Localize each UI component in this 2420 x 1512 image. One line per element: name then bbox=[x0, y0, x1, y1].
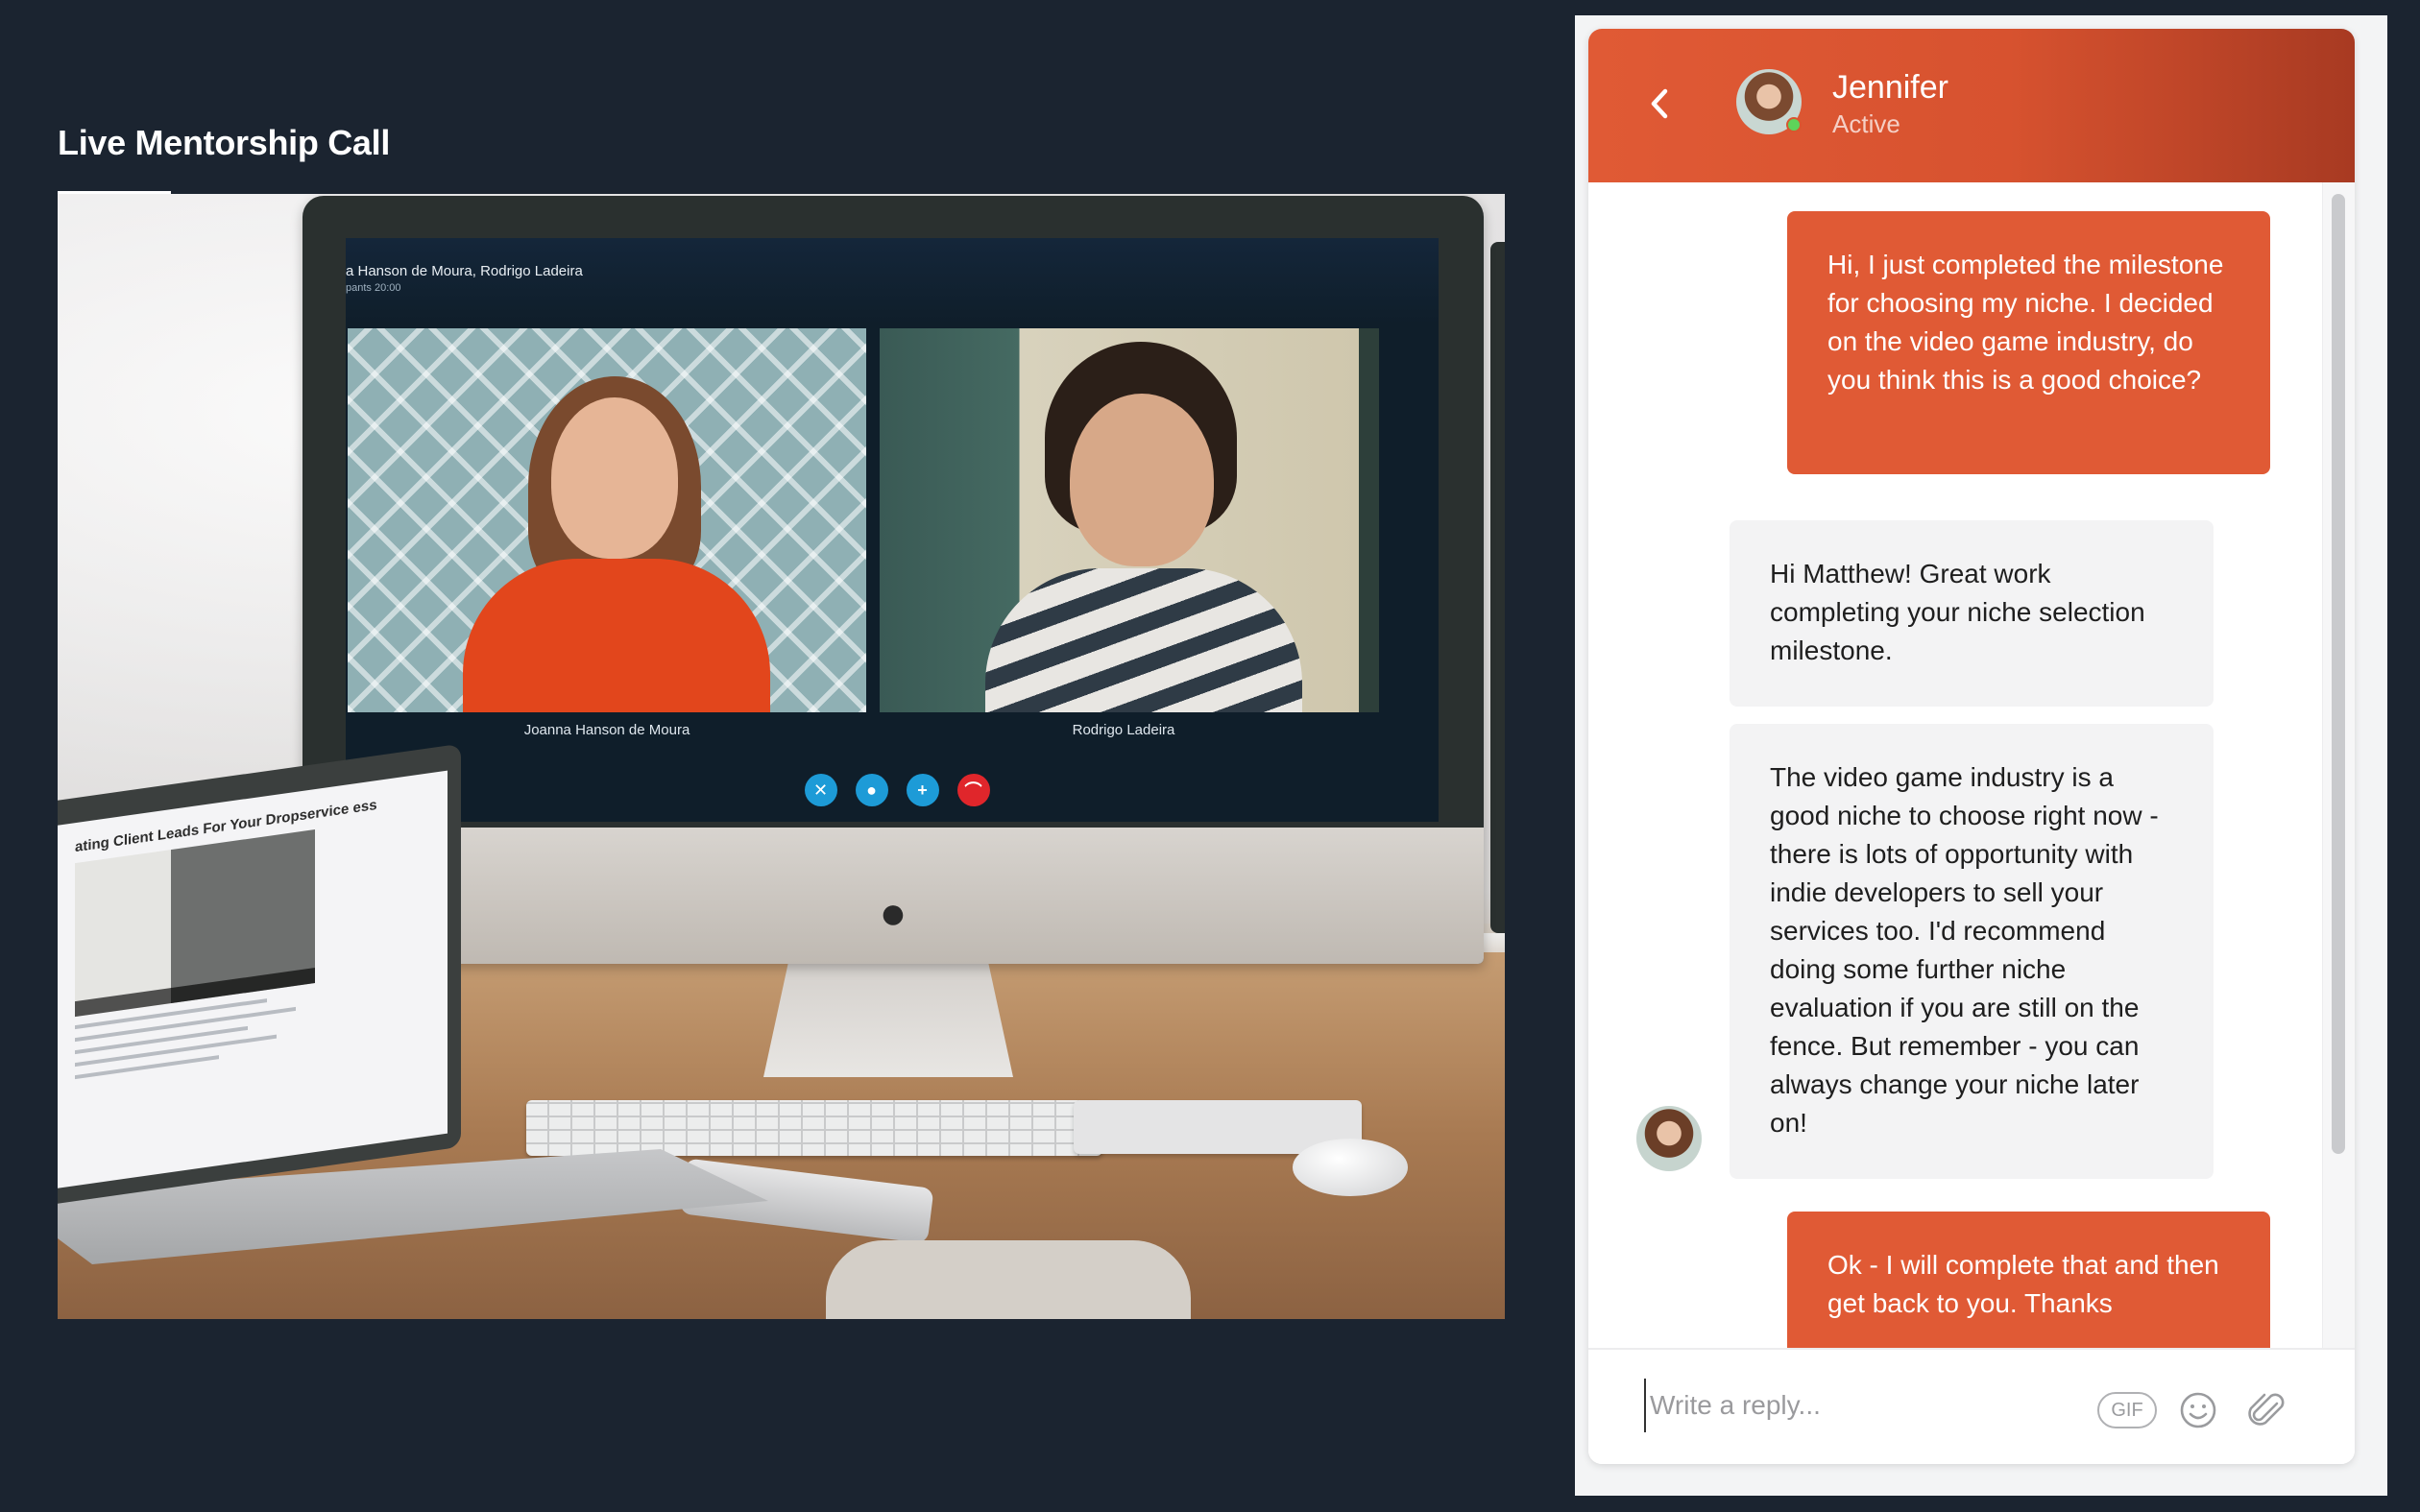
lesson-video bbox=[75, 829, 315, 1018]
chat-window: Jennifer Active Hi, I just completed the… bbox=[1588, 29, 2355, 1464]
reply-input[interactable] bbox=[1644, 1379, 2067, 1432]
chair bbox=[826, 1240, 1191, 1319]
message-list[interactable]: Hi, I just completed the milestone for c… bbox=[1588, 182, 2355, 1348]
monitor-stand bbox=[763, 962, 1013, 1077]
message-outgoing: Ok - I will complete that and then get b… bbox=[1787, 1212, 2270, 1348]
participant-label: Joanna Hanson de Moura bbox=[523, 722, 690, 738]
call-screen: a Hanson de Moura, Rodrigo Ladeira pants… bbox=[346, 238, 1439, 822]
keyboard bbox=[526, 1100, 1102, 1156]
participant-video-rodrigo bbox=[880, 328, 1379, 712]
reply-composer: GIF bbox=[1588, 1348, 2355, 1464]
mouse bbox=[1293, 1139, 1408, 1196]
chevron-left-icon bbox=[1651, 88, 1668, 119]
paperclip-icon bbox=[2248, 1393, 2285, 1426]
video-call-image: ● a Hanson de Moura, Rodrigo Ladeira pan… bbox=[58, 194, 1505, 1319]
page-title: Live Mentorship Call bbox=[58, 123, 391, 162]
call-participants-names: a Hanson de Moura, Rodrigo Ladeira bbox=[346, 263, 583, 279]
message-outgoing: Hi, I just completed the milestone for c… bbox=[1787, 211, 2270, 474]
microphone-icon[interactable]: ● bbox=[855, 774, 888, 806]
participant-figure bbox=[985, 338, 1302, 712]
sender-avatar bbox=[1636, 1106, 1702, 1171]
chat-panel: Jennifer Active Hi, I just completed the… bbox=[1575, 15, 2387, 1496]
participant-label: Rodrigo Ladeira bbox=[1072, 722, 1175, 738]
back-button[interactable] bbox=[1640, 84, 1679, 123]
lesson-text-line bbox=[75, 1055, 219, 1080]
call-timer: pants 20:00 bbox=[346, 282, 401, 294]
chat-header: Jennifer Active bbox=[1588, 29, 2355, 182]
gif-button[interactable]: GIF bbox=[2097, 1392, 2157, 1428]
online-status-dot bbox=[1786, 117, 1802, 132]
second-monitor-edge bbox=[1490, 242, 1505, 933]
contact-status: Active bbox=[1832, 109, 1900, 138]
scrollbar-thumb[interactable] bbox=[2332, 194, 2345, 1154]
apple-logo-icon: ● bbox=[879, 888, 908, 939]
smiley-icon bbox=[2180, 1392, 2216, 1428]
hang-up-icon[interactable]: ⌒ bbox=[956, 774, 990, 806]
message-incoming: Hi Matthew! Great work completing your n… bbox=[1730, 520, 2214, 707]
participant-figure bbox=[463, 348, 770, 712]
video-off-icon[interactable]: ✕ bbox=[804, 774, 837, 806]
laptop-screen: ating Client Leads For Your Dropservice … bbox=[58, 770, 448, 1192]
emoji-button[interactable] bbox=[2178, 1390, 2218, 1430]
add-icon[interactable]: + bbox=[906, 774, 939, 806]
call-topbar: a Hanson de Moura, Rodrigo Ladeira pants… bbox=[346, 238, 1439, 324]
attach-button[interactable] bbox=[2245, 1388, 2286, 1430]
laptop: ating Client Leads For Your Dropservice … bbox=[58, 743, 461, 1210]
monitor-chin: ● bbox=[302, 828, 1484, 964]
call-controls: ✕ ● + ⌒ bbox=[346, 774, 1439, 806]
message-incoming: The video game industry is a good niche … bbox=[1730, 724, 2214, 1179]
participant-video-joanna bbox=[348, 328, 866, 712]
contact-name: Jennifer bbox=[1832, 69, 1948, 106]
scrollbar-track[interactable] bbox=[2322, 182, 2355, 1348]
